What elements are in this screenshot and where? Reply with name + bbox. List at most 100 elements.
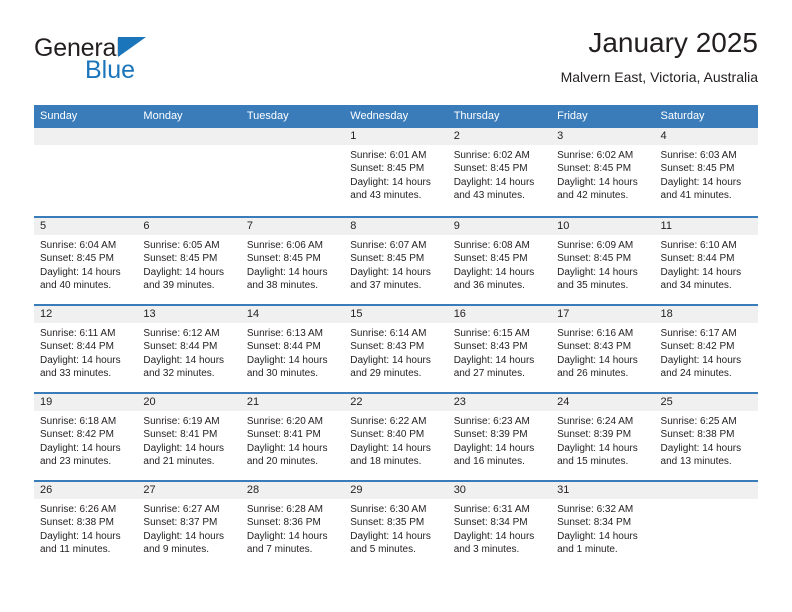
day-cell[interactable]: 29 Sunrise: 6:30 AM Sunset: 8:35 PM Dayligh… bbox=[344, 482, 448, 568]
day-cell[interactable]: 5 Sunrise: 6:04 AM Sunset: 8:45 PM Daylight… bbox=[34, 218, 138, 304]
calendar-week-row: 12 Sunrise: 6:11 AM Sunset: 8:44 PM Dayligh… bbox=[34, 304, 758, 392]
sunrise-text: Sunrise: 6:01 AM bbox=[350, 150, 427, 161]
page-header: General Blue January 2025 Malvern East, … bbox=[34, 26, 758, 98]
sunset-text: Sunset: 8:44 PM bbox=[40, 341, 114, 353]
day-cell[interactable]: 30 Sunrise: 6:31 AM Sunset: 8:34 PM Dayligh… bbox=[447, 482, 552, 568]
weekday-header-wednesday: Wednesday bbox=[350, 110, 409, 122]
sunrise-text: Sunrise: 6:16 AM bbox=[557, 328, 634, 339]
day-cell[interactable]: 4 Sunrise: 6:03 AM Sunset: 8:45 PM Daylight… bbox=[654, 128, 758, 216]
day-cell[interactable]: 22 Sunrise: 6:22 AM Sunset: 8:40 PM Dayligh… bbox=[344, 394, 448, 480]
daylight-text: Daylight: 14 hours and 24 minutes. bbox=[660, 354, 742, 380]
calendar-week-row: 5 Sunrise: 6:04 AM Sunset: 8:45 PM Daylight… bbox=[34, 216, 758, 304]
daylight-text: Daylight: 14 hours and 40 minutes. bbox=[40, 266, 121, 292]
weekday-header-monday: Monday bbox=[143, 110, 183, 122]
daylight-text: Daylight: 14 hours and 18 minutes. bbox=[350, 442, 431, 468]
sunset-text: Sunset: 8:39 PM bbox=[557, 429, 632, 441]
day-details: Sunrise: 6:18 AM Sunset: 8:42 PM Daylight:… bbox=[34, 411, 137, 469]
day-details: Sunrise: 6:24 AM Sunset: 8:39 PM Daylight:… bbox=[551, 411, 654, 469]
sunrise-text: Sunrise: 6:28 AM bbox=[246, 504, 323, 515]
calendar-page: General Blue January 2025 Malvern East, … bbox=[0, 0, 792, 612]
daylight-text: Daylight: 14 hours and 32 minutes. bbox=[143, 354, 225, 380]
day-cell[interactable]: 25 Sunrise: 6:25 AM Sunset: 8:38 PM Dayligh… bbox=[654, 394, 758, 480]
day-cell[interactable]: 26 Sunrise: 6:26 AM Sunset: 8:38 PM Dayligh… bbox=[34, 482, 138, 568]
day-number bbox=[137, 128, 241, 145]
day-number: 3 bbox=[551, 128, 655, 145]
weekday-header-tuesday: Tuesday bbox=[246, 110, 289, 122]
day-cell[interactable]: 24 Sunrise: 6:24 AM Sunset: 8:39 PM Dayligh… bbox=[551, 394, 655, 480]
day-details: Sunrise: 6:10 AM Sunset: 8:44 PM Daylight:… bbox=[655, 235, 758, 293]
day-cell-empty bbox=[654, 482, 758, 568]
day-details: Sunrise: 6:16 AM Sunset: 8:43 PM Daylight:… bbox=[551, 323, 654, 381]
sunrise-text: Sunrise: 6:20 AM bbox=[246, 416, 323, 427]
day-cell[interactable]: 21 Sunrise: 6:20 AM Sunset: 8:41 PM Dayligh… bbox=[240, 394, 345, 480]
day-details: Sunrise: 6:22 AM Sunset: 8:40 PM Daylight:… bbox=[344, 411, 447, 469]
sunset-text: Sunset: 8:38 PM bbox=[660, 429, 735, 441]
sunset-text: Sunset: 8:40 PM bbox=[350, 429, 425, 441]
sunrise-text: Sunrise: 6:09 AM bbox=[557, 240, 634, 251]
daylight-text: Daylight: 14 hours and 7 minutes. bbox=[246, 530, 328, 556]
daylight-text: Daylight: 14 hours and 34 minutes. bbox=[660, 266, 742, 292]
day-cell[interactable]: 14 Sunrise: 6:13 AM Sunset: 8:44 PM Dayligh… bbox=[240, 306, 345, 392]
day-cell[interactable]: 23 Sunrise: 6:23 AM Sunset: 8:39 PM Dayligh… bbox=[447, 394, 552, 480]
day-number: 5 bbox=[34, 218, 138, 235]
day-cell[interactable]: 9 Sunrise: 6:08 AM Sunset: 8:45 PM Daylight… bbox=[447, 218, 552, 304]
day-number: 16 bbox=[447, 306, 552, 323]
day-cell[interactable]: 16 Sunrise: 6:15 AM Sunset: 8:43 PM Dayligh… bbox=[447, 306, 552, 392]
day-details: Sunrise: 6:04 AM Sunset: 8:45 PM Daylight:… bbox=[34, 235, 137, 293]
daylight-text: Daylight: 14 hours and 43 minutes. bbox=[453, 176, 535, 202]
day-cell[interactable]: 8 Sunrise: 6:07 AM Sunset: 8:45 PM Daylight… bbox=[344, 218, 448, 304]
weekday-header-thursday: Thursday bbox=[453, 110, 500, 122]
sunrise-text: Sunrise: 6:02 AM bbox=[557, 150, 634, 161]
sunrise-text: Sunrise: 6:05 AM bbox=[143, 240, 220, 251]
sunrise-text: Sunrise: 6:30 AM bbox=[350, 504, 427, 515]
day-number: 20 bbox=[137, 394, 241, 411]
sunset-text: Sunset: 8:41 PM bbox=[143, 429, 218, 441]
weekday-header-saturday: Saturday bbox=[660, 110, 705, 122]
sunset-text: Sunset: 8:44 PM bbox=[660, 253, 735, 265]
sunrise-text: Sunrise: 6:06 AM bbox=[246, 240, 323, 251]
sunrise-text: Sunrise: 6:25 AM bbox=[660, 416, 737, 427]
day-cell[interactable]: 15 Sunrise: 6:14 AM Sunset: 8:43 PM Dayligh… bbox=[344, 306, 448, 392]
daylight-text: Daylight: 14 hours and 5 minutes. bbox=[350, 530, 431, 556]
day-cell[interactable]: 12 Sunrise: 6:11 AM Sunset: 8:44 PM Dayligh… bbox=[34, 306, 138, 392]
day-cell[interactable]: 2 Sunrise: 6:02 AM Sunset: 8:45 PM Daylight… bbox=[447, 128, 552, 216]
page-subtitle: Malvern East, Victoria, Australia bbox=[560, 69, 758, 85]
sunrise-text: Sunrise: 6:19 AM bbox=[143, 416, 220, 427]
day-number: 4 bbox=[654, 128, 758, 145]
day-cell[interactable]: 27 Sunrise: 6:27 AM Sunset: 8:37 PM Dayligh… bbox=[137, 482, 241, 568]
day-cell[interactable]: 28 Sunrise: 6:28 AM Sunset: 8:36 PM Dayligh… bbox=[240, 482, 345, 568]
day-number: 17 bbox=[551, 306, 655, 323]
day-cell[interactable]: 1 Sunrise: 6:01 AM Sunset: 8:45 PM Daylight… bbox=[344, 128, 448, 216]
day-cell[interactable]: 6 Sunrise: 6:05 AM Sunset: 8:45 PM Daylight… bbox=[137, 218, 241, 304]
day-cell[interactable]: 7 Sunrise: 6:06 AM Sunset: 8:45 PM Daylight… bbox=[240, 218, 345, 304]
day-cell[interactable]: 19 Sunrise: 6:18 AM Sunset: 8:42 PM Dayligh… bbox=[34, 394, 138, 480]
day-number: 26 bbox=[34, 482, 138, 499]
day-details: Sunrise: 6:02 AM Sunset: 8:45 PM Daylight:… bbox=[448, 145, 551, 203]
sunset-text: Sunset: 8:45 PM bbox=[40, 253, 114, 265]
daylight-text: Daylight: 14 hours and 33 minutes. bbox=[40, 354, 121, 380]
day-cell[interactable]: 18 Sunrise: 6:17 AM Sunset: 8:42 PM Dayligh… bbox=[654, 306, 758, 392]
sunset-text: Sunset: 8:45 PM bbox=[143, 253, 218, 265]
sunset-text: Sunset: 8:36 PM bbox=[246, 517, 321, 529]
sunset-text: Sunset: 8:44 PM bbox=[246, 341, 321, 353]
sunrise-text: Sunrise: 6:18 AM bbox=[40, 416, 117, 427]
weekday-header-friday: Friday bbox=[557, 110, 588, 122]
day-cell[interactable]: 13 Sunrise: 6:12 AM Sunset: 8:44 PM Dayligh… bbox=[137, 306, 241, 392]
sunrise-text: Sunrise: 6:02 AM bbox=[453, 150, 530, 161]
brand-triangle-icon bbox=[118, 37, 146, 57]
day-cell[interactable]: 11 Sunrise: 6:10 AM Sunset: 8:44 PM Dayligh… bbox=[654, 218, 758, 304]
day-cell[interactable]: 31 Sunrise: 6:32 AM Sunset: 8:34 PM Dayligh… bbox=[551, 482, 655, 568]
daylight-text: Daylight: 14 hours and 42 minutes. bbox=[557, 176, 638, 202]
day-details: Sunrise: 6:02 AM Sunset: 8:45 PM Daylight:… bbox=[551, 145, 654, 203]
sunrise-text: Sunrise: 6:23 AM bbox=[453, 416, 530, 427]
day-cell[interactable]: 20 Sunrise: 6:19 AM Sunset: 8:41 PM Dayligh… bbox=[137, 394, 241, 480]
day-number: 15 bbox=[344, 306, 448, 323]
day-cell[interactable]: 3 Sunrise: 6:02 AM Sunset: 8:45 PM Daylight… bbox=[551, 128, 655, 216]
brand-logo[interactable]: General Blue bbox=[34, 34, 264, 90]
day-number: 22 bbox=[344, 394, 448, 411]
day-cell[interactable]: 17 Sunrise: 6:16 AM Sunset: 8:43 PM Dayligh… bbox=[551, 306, 655, 392]
daylight-text: Daylight: 14 hours and 27 minutes. bbox=[453, 354, 535, 380]
day-details: Sunrise: 6:15 AM Sunset: 8:43 PM Daylight:… bbox=[448, 323, 551, 381]
day-cell[interactable]: 10 Sunrise: 6:09 AM Sunset: 8:45 PM Dayligh… bbox=[551, 218, 655, 304]
day-details: Sunrise: 6:26 AM Sunset: 8:38 PM Daylight:… bbox=[34, 499, 137, 557]
